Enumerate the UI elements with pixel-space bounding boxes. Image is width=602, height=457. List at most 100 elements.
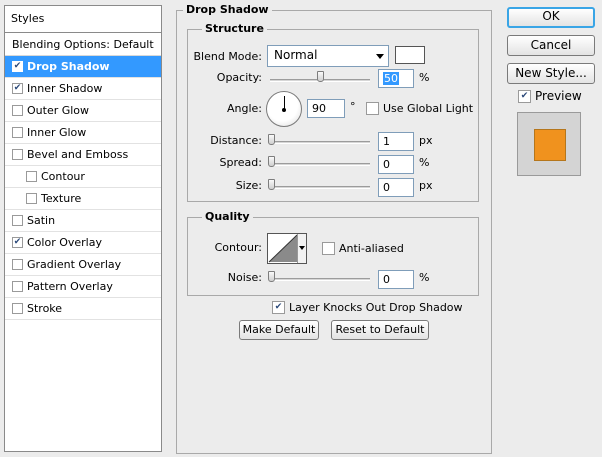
spread-slider-thumb[interactable] bbox=[268, 156, 275, 167]
spread-unit: % bbox=[419, 156, 430, 169]
angle-dial[interactable] bbox=[266, 91, 302, 127]
preview-option[interactable]: ✔ Preview bbox=[518, 89, 582, 103]
noise-slider-thumb[interactable] bbox=[268, 271, 275, 282]
preview-checkbox[interactable]: ✔ bbox=[518, 89, 531, 103]
style-item-inner-shadow[interactable]: ✔ Inner Shadow bbox=[5, 78, 161, 100]
cancel-button[interactable]: Cancel bbox=[507, 35, 595, 56]
distance-input[interactable]: 1 bbox=[378, 132, 414, 151]
style-item-outer-glow[interactable]: Outer Glow bbox=[5, 100, 161, 122]
preview-label: Preview bbox=[535, 89, 582, 103]
shadow-color-swatch[interactable] bbox=[395, 46, 425, 64]
knocks-out-label: Layer Knocks Out Drop Shadow bbox=[289, 301, 463, 314]
drop-shadow-title: Drop Shadow bbox=[183, 3, 272, 17]
reset-to-default-button[interactable]: Reset to Default bbox=[331, 320, 429, 340]
style-item-texture[interactable]: Texture bbox=[5, 188, 161, 210]
size-unit: px bbox=[419, 179, 433, 192]
contour-label: Contour: bbox=[214, 241, 262, 254]
distance-slider-thumb[interactable] bbox=[268, 134, 275, 145]
global-light-option[interactable]: Use Global Light bbox=[366, 102, 473, 115]
knocks-out-checkbox[interactable]: ✔ bbox=[272, 301, 285, 314]
style-item-blending-options-default[interactable]: Blending Options: Default bbox=[5, 34, 161, 56]
anti-aliased-checkbox[interactable] bbox=[322, 242, 335, 255]
knocks-out-option[interactable]: ✔ Layer Knocks Out Drop Shadow bbox=[272, 301, 463, 314]
style-checkbox[interactable] bbox=[12, 127, 23, 138]
distance-value: 1 bbox=[383, 135, 390, 148]
opacity-slider-thumb[interactable] bbox=[317, 71, 324, 82]
style-item-label: Satin bbox=[27, 214, 56, 227]
chevron-down-icon bbox=[299, 246, 305, 250]
size-input[interactable]: 0 bbox=[378, 178, 414, 197]
style-item-contour[interactable]: Contour bbox=[5, 166, 161, 188]
opacity-input[interactable]: 50 bbox=[378, 69, 414, 88]
style-checkbox[interactable] bbox=[12, 215, 23, 226]
styles-list-panel: Styles Blending Options: Default ✔ Drop Sh… bbox=[4, 5, 162, 452]
opacity-value: 50 bbox=[383, 72, 399, 85]
spread-input[interactable]: 0 bbox=[378, 155, 414, 174]
noise-input[interactable]: 0 bbox=[378, 270, 414, 289]
new-style-button[interactable]: New Style... bbox=[507, 63, 595, 84]
style-item-gradient-overlay[interactable]: Gradient Overlay bbox=[5, 254, 161, 276]
angle-label: Angle: bbox=[226, 102, 262, 115]
size-value: 0 bbox=[383, 181, 390, 194]
ok-button[interactable]: OK bbox=[507, 7, 595, 28]
noise-value: 0 bbox=[383, 273, 390, 286]
angle-value: 90 bbox=[312, 102, 326, 115]
style-checkbox[interactable] bbox=[26, 171, 37, 182]
style-item-label: Pattern Overlay bbox=[27, 280, 113, 293]
blend-mode-select[interactable]: Normal bbox=[267, 45, 389, 67]
angle-input[interactable]: 90 bbox=[307, 99, 345, 118]
global-light-checkbox[interactable] bbox=[366, 102, 379, 115]
contour-dropdown-button[interactable] bbox=[297, 234, 306, 263]
distance-slider-track[interactable] bbox=[270, 141, 370, 144]
size-slider-thumb[interactable] bbox=[268, 179, 275, 190]
spread-slider-track[interactable] bbox=[270, 163, 370, 166]
anti-aliased-label: Anti-aliased bbox=[339, 242, 404, 255]
spread-value: 0 bbox=[383, 158, 390, 171]
size-label: Size: bbox=[235, 179, 262, 192]
distance-label: Distance: bbox=[210, 134, 262, 147]
style-item-label: Inner Glow bbox=[27, 126, 87, 139]
style-item-bevel-and-emboss[interactable]: Bevel and Emboss bbox=[5, 144, 161, 166]
style-checkbox[interactable]: ✔ bbox=[12, 61, 23, 72]
style-item-color-overlay[interactable]: ✔ Color Overlay bbox=[5, 232, 161, 254]
style-item-pattern-overlay[interactable]: Pattern Overlay bbox=[5, 276, 161, 298]
blend-mode-label: Blend Mode: bbox=[193, 50, 263, 63]
style-checkbox[interactable] bbox=[12, 303, 23, 314]
distance-unit: px bbox=[419, 134, 433, 147]
contour-picker[interactable] bbox=[267, 233, 307, 264]
style-item-inner-glow[interactable]: Inner Glow bbox=[5, 122, 161, 144]
style-item-label: Gradient Overlay bbox=[27, 258, 122, 271]
style-item-label: Outer Glow bbox=[27, 104, 90, 117]
style-item-label: Color Overlay bbox=[27, 236, 102, 249]
make-default-button[interactable]: Make Default bbox=[239, 320, 319, 340]
style-checkbox[interactable] bbox=[12, 281, 23, 292]
chevron-down-icon bbox=[376, 54, 384, 59]
preview-swatch bbox=[534, 129, 566, 161]
anti-aliased-option[interactable]: Anti-aliased bbox=[322, 242, 404, 255]
spread-label: Spread: bbox=[219, 156, 262, 169]
style-checkbox[interactable]: ✔ bbox=[12, 83, 23, 94]
style-item-satin[interactable]: Satin bbox=[5, 210, 161, 232]
angle-dial-center bbox=[282, 108, 286, 112]
contour-curve-icon bbox=[268, 234, 298, 263]
style-item-label: Stroke bbox=[27, 302, 63, 315]
style-checkbox[interactable] bbox=[12, 105, 23, 116]
style-item-stroke[interactable]: Stroke bbox=[5, 298, 161, 320]
noise-label: Noise: bbox=[227, 271, 262, 284]
style-item-label: Bevel and Emboss bbox=[27, 148, 129, 161]
quality-title: Quality bbox=[202, 210, 253, 224]
style-item-drop-shadow[interactable]: ✔ Drop Shadow bbox=[5, 56, 161, 78]
style-checkbox[interactable]: ✔ bbox=[12, 237, 23, 248]
blend-mode-value: Normal bbox=[274, 48, 318, 62]
style-checkbox[interactable] bbox=[12, 259, 23, 270]
opacity-label: Opacity: bbox=[216, 71, 262, 84]
style-checkbox[interactable] bbox=[26, 193, 37, 204]
noise-slider-track[interactable] bbox=[270, 278, 370, 281]
style-item-label: Drop Shadow bbox=[27, 60, 110, 73]
style-item-label: Contour bbox=[41, 170, 85, 183]
opacity-unit: % bbox=[419, 71, 430, 84]
style-item-label: Texture bbox=[41, 192, 82, 205]
size-slider-track[interactable] bbox=[270, 186, 370, 189]
style-checkbox[interactable] bbox=[12, 149, 23, 160]
preview-thumbnail bbox=[517, 112, 581, 176]
